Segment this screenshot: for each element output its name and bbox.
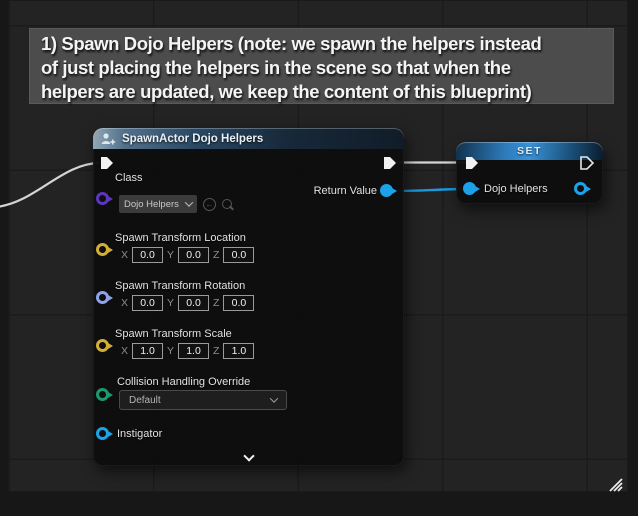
rotation-z-input[interactable]: 0.0 [223, 295, 254, 311]
axis-z-label: Z [213, 249, 219, 261]
location-x-input[interactable]: 0.0 [132, 247, 163, 263]
exec-input-pin[interactable] [99, 155, 115, 171]
axis-x-label: X [121, 345, 128, 357]
class-dropdown-value: Dojo Helpers [124, 199, 179, 210]
location-y-input[interactable]: 0.0 [178, 247, 209, 263]
instigator-pin[interactable] [96, 427, 109, 440]
scale-xyz-row: X 1.0 Y 1.0 Z 1.0 [121, 343, 254, 359]
scale-x-input[interactable]: 1.0 [132, 343, 163, 359]
rotation-pin-label: Spawn Transform Rotation [115, 280, 245, 292]
axis-x-label: X [121, 249, 128, 261]
use-selected-asset-icon[interactable]: ← [203, 198, 216, 211]
scale-z-input[interactable]: 1.0 [223, 343, 254, 359]
comment-text-line: 1) Spawn Dojo Helpers (note: we spawn th… [41, 32, 602, 56]
location-pin-label: Spawn Transform Location [115, 232, 246, 244]
axis-y-label: Y [167, 345, 174, 357]
rotation-y-input[interactable]: 0.0 [178, 295, 209, 311]
set-node[interactable]: SET Dojo Helpers [456, 142, 603, 204]
resize-grip[interactable] [604, 473, 626, 493]
browse-asset-icon[interactable] [221, 198, 234, 211]
scale-y-input[interactable]: 1.0 [178, 343, 209, 359]
class-pin-label: Class [115, 172, 143, 184]
location-z-input[interactable]: 0.0 [223, 247, 254, 263]
rotation-pin[interactable] [96, 291, 109, 304]
collision-dropdown[interactable]: Default [119, 390, 287, 410]
spawn-actor-icon [101, 132, 116, 146]
spawnactor-node-title: SpawnActor Dojo Helpers [122, 133, 263, 145]
chevron-down-icon [185, 198, 193, 206]
class-pin[interactable] [96, 192, 109, 205]
location-pin[interactable] [96, 243, 109, 256]
set-pin-label: Dojo Helpers [484, 183, 548, 195]
spawnactor-node-header[interactable]: SpawnActor Dojo Helpers [93, 128, 404, 149]
blueprint-editor: 1) Spawn Dojo Helpers (note: we spawn th… [0, 0, 638, 516]
collision-pin-label: Collision Handling Override [117, 376, 250, 388]
class-dropdown[interactable]: Dojo Helpers [119, 195, 197, 213]
axis-y-label: Y [167, 249, 174, 261]
scale-pin[interactable] [96, 339, 109, 352]
spawnactor-node[interactable]: SpawnActor Dojo Helpers Class Dojo Helpe… [93, 128, 404, 466]
axis-z-label: Z [213, 297, 219, 309]
set-node-title: SET [517, 145, 542, 157]
axis-y-label: Y [167, 297, 174, 309]
set-exec-input-pin[interactable] [464, 155, 480, 171]
comment-node[interactable]: 1) Spawn Dojo Helpers (note: we spawn th… [29, 28, 614, 104]
comment-text-line: helpers are updated, we keep the content… [41, 80, 602, 104]
return-value-pin[interactable] [380, 184, 393, 197]
return-value-label: Return Value [314, 185, 377, 197]
collision-pin[interactable] [96, 388, 109, 401]
set-value-input-pin[interactable] [463, 182, 476, 195]
rotation-xyz-row: X 0.0 Y 0.0 Z 0.0 [121, 295, 254, 311]
set-value-output-pin[interactable] [574, 182, 587, 195]
axis-x-label: X [121, 297, 128, 309]
set-exec-output-pin[interactable] [579, 155, 595, 171]
collision-dropdown-value: Default [129, 395, 161, 406]
rotation-x-input[interactable]: 0.0 [132, 295, 163, 311]
exec-output-pin[interactable] [382, 155, 398, 171]
comment-text-line: of just placing the helpers in the scene… [41, 56, 602, 80]
expand-node-chevron-icon[interactable] [243, 450, 254, 461]
chevron-down-icon [270, 394, 278, 402]
scale-pin-label: Spawn Transform Scale [115, 328, 232, 340]
location-xyz-row: X 0.0 Y 0.0 Z 0.0 [121, 247, 254, 263]
instigator-pin-label: Instigator [117, 428, 162, 440]
axis-z-label: Z [213, 345, 219, 357]
